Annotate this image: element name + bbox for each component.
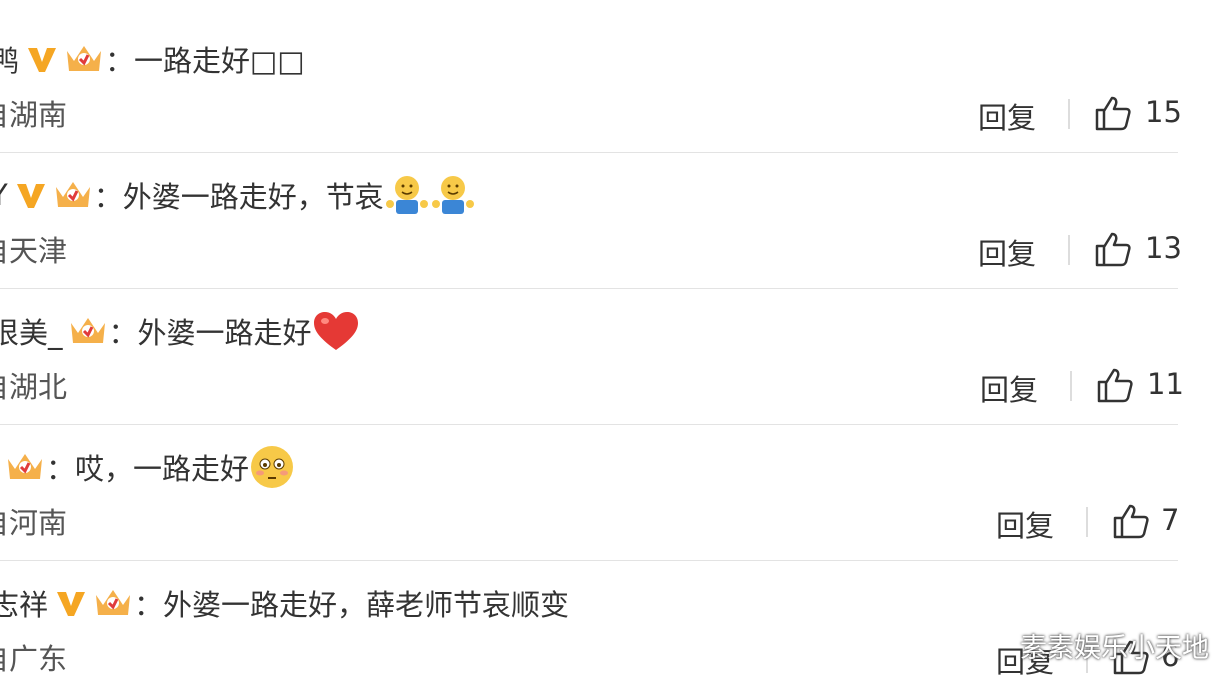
separator (1068, 99, 1070, 129)
location: 自河南 (0, 506, 68, 540)
flushed-emoji-icon (251, 446, 294, 488)
like-count: 13 (1145, 231, 1182, 265)
reply-button[interactable]: 回复 (980, 367, 1038, 409)
location: 自湖北 (0, 370, 68, 404)
thumbs-up-icon[interactable] (1093, 93, 1133, 133)
separator (1070, 371, 1072, 401)
watermark: 素素娱乐小天地 (1020, 633, 1209, 664)
username[interactable]: 很美_ (0, 310, 63, 352)
thumbs-up-icon[interactable] (1111, 501, 1151, 541)
comment-item: 志祥 ：外婆一路走好，薛老师节哀顺变 自广东 回复 6 (0, 544, 1180, 681)
thumbs-up-icon[interactable] (1095, 365, 1135, 405)
comment-text: ：哎，一路走好 (46, 452, 250, 486)
separator (1086, 507, 1088, 537)
like-count: 15 (1145, 95, 1182, 129)
crown-badge-icon (8, 454, 42, 479)
comment-text: ：外婆一路走好 (108, 316, 312, 350)
comment-item: Y ：外婆一路走好，节哀 自天津 回复 13 (0, 136, 1182, 273)
location: 自天津 (0, 234, 68, 268)
reply-button[interactable]: 回复 (978, 95, 1036, 137)
vip-v-icon (28, 48, 57, 72)
thumbs-up-icon[interactable] (1093, 229, 1133, 269)
separator (1068, 235, 1070, 265)
comment-item: 很美_ ：外婆一路走好 自湖北 回复 11 (0, 272, 1184, 409)
hug-emoji-icon (385, 176, 428, 214)
crown-badge-icon (70, 318, 105, 343)
comment-text: ：外婆一路走好，节哀 (93, 180, 384, 214)
comment-item: ：哎，一路走好 自河南 回复 7 (0, 408, 1180, 545)
username[interactable]: 志祥 (0, 582, 48, 624)
location: 自湖南 (0, 98, 68, 132)
username[interactable]: Y (0, 178, 8, 212)
hug-emoji-icon (431, 176, 474, 214)
comment-line: 鸭 ：一路走好□□ (0, 36, 305, 82)
crown-badge-icon (55, 182, 90, 207)
crown-badge-icon (67, 46, 102, 71)
vip-v-icon (57, 592, 86, 616)
comment-item: 鸭 ：一路走好□□ 自湖南 回复 15 (0, 0, 1182, 137)
comment-line: Y ：外婆一路走好，节哀 (0, 172, 476, 218)
comment-text: ：外婆一路走好，薛老师节哀顺变 (134, 588, 570, 622)
username[interactable]: 鸭 (0, 38, 19, 80)
comment-text: ：一路走好□□ (105, 44, 305, 78)
like-count: 11 (1147, 367, 1184, 401)
heart-emoji-icon (313, 312, 358, 350)
vip-v-icon (16, 184, 45, 208)
location: 自广东 (0, 642, 68, 676)
reply-button[interactable]: 回复 (996, 503, 1054, 545)
reply-button[interactable]: 回复 (978, 231, 1036, 273)
like-count: 7 (1161, 503, 1180, 537)
comment-line: ：哎，一路走好 (0, 444, 295, 490)
crown-badge-icon (96, 590, 131, 615)
comment-line: 很美_ ：外婆一路走好 (0, 308, 360, 354)
comment-line: 志祥 ：外婆一路走好，薛老师节哀顺变 (0, 580, 569, 626)
